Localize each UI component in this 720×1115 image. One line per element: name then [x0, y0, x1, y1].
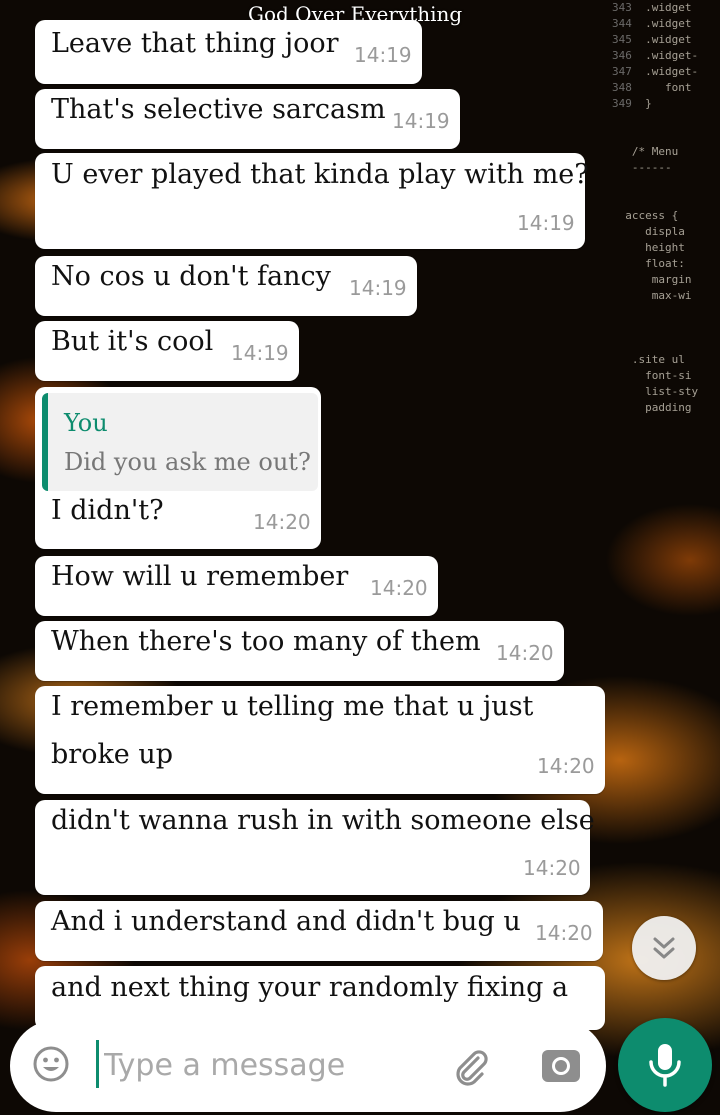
message-timestamp: 14:19 — [354, 43, 412, 67]
message-timestamp: 14:19 — [231, 341, 289, 365]
message-bubble[interactable]: Leave that thing joor 14:19 — [35, 20, 422, 84]
message-text: When there's too many of them — [51, 626, 481, 657]
message-text: and next thing your randomly fixing a — [51, 972, 569, 1003]
message-bubble[interactable]: didn't wanna rush in with someone else 1… — [35, 800, 595, 895]
message-timestamp: 14:20 — [537, 754, 595, 778]
message-bubble[interactable]: But it's cool 14:19 — [35, 321, 299, 381]
message-text: That's selective sarcasm — [51, 94, 386, 125]
message-text-line: broke up — [51, 739, 174, 770]
message-timestamp: 14:19 — [517, 211, 575, 235]
message-text: But it's cool — [51, 326, 214, 357]
message-timestamp: 14:20 — [370, 576, 428, 600]
message-input[interactable] — [102, 1038, 426, 1092]
message-bubble[interactable]: That's selective sarcasm 14:19 — [35, 89, 460, 149]
voice-message-button[interactable] — [618, 1018, 712, 1112]
message-bubble[interactable]: How will u remember 14:20 — [35, 556, 438, 616]
quoted-author: You — [64, 409, 108, 437]
text-cursor — [96, 1040, 99, 1088]
microphone-icon — [649, 1044, 681, 1087]
message-timestamp: 14:19 — [349, 276, 407, 300]
message-bubble[interactable]: No cos u don't fancy 14:19 — [35, 256, 417, 316]
message-text: How will u remember — [51, 561, 349, 592]
message-timestamp: 14:19 — [392, 109, 450, 133]
message-text: I didn't? — [51, 495, 164, 526]
wallpaper-code-decoration: 343 .widget 344 .widget 345 .widget 346 … — [612, 1, 699, 414]
message-text-line: I remember u telling me that u just — [51, 691, 534, 722]
message-text: didn't wanna rush in with someone else — [51, 805, 595, 836]
message-bubble[interactable]: When there's too many of them 14:20 — [35, 621, 564, 681]
quoted-text: Did you ask me out? — [64, 448, 311, 476]
message-timestamp: 14:20 — [523, 856, 581, 880]
message-composer — [10, 1020, 606, 1112]
message-text: No cos u don't fancy — [51, 261, 331, 292]
paperclip-icon[interactable] — [450, 1046, 490, 1086]
message-timestamp: 14:20 — [253, 510, 311, 534]
message-bubble[interactable]: And i understand and didn't bug u 14:20 — [35, 901, 603, 961]
message-bubble-with-reply[interactable]: You Did you ask me out? I didn't? 14:20 — [35, 387, 321, 549]
camera-icon[interactable] — [540, 1044, 582, 1086]
message-timestamp: 14:20 — [496, 641, 554, 665]
emoji-icon[interactable] — [33, 1046, 69, 1082]
scroll-to-bottom-button[interactable] — [632, 916, 696, 980]
message-timestamp: 14:20 — [535, 921, 593, 945]
message-text: And i understand and didn't bug u — [51, 906, 521, 937]
message-bubble[interactable]: I remember u telling me that u just brok… — [35, 686, 605, 794]
message-bubble[interactable]: U ever played that kinda play with me? 1… — [35, 153, 589, 249]
double-chevron-down-icon — [653, 937, 675, 959]
quoted-message[interactable]: You Did you ask me out? — [42, 393, 318, 491]
message-text: Leave that thing joor — [51, 28, 339, 59]
message-text: U ever played that kinda play with me? — [51, 159, 589, 190]
